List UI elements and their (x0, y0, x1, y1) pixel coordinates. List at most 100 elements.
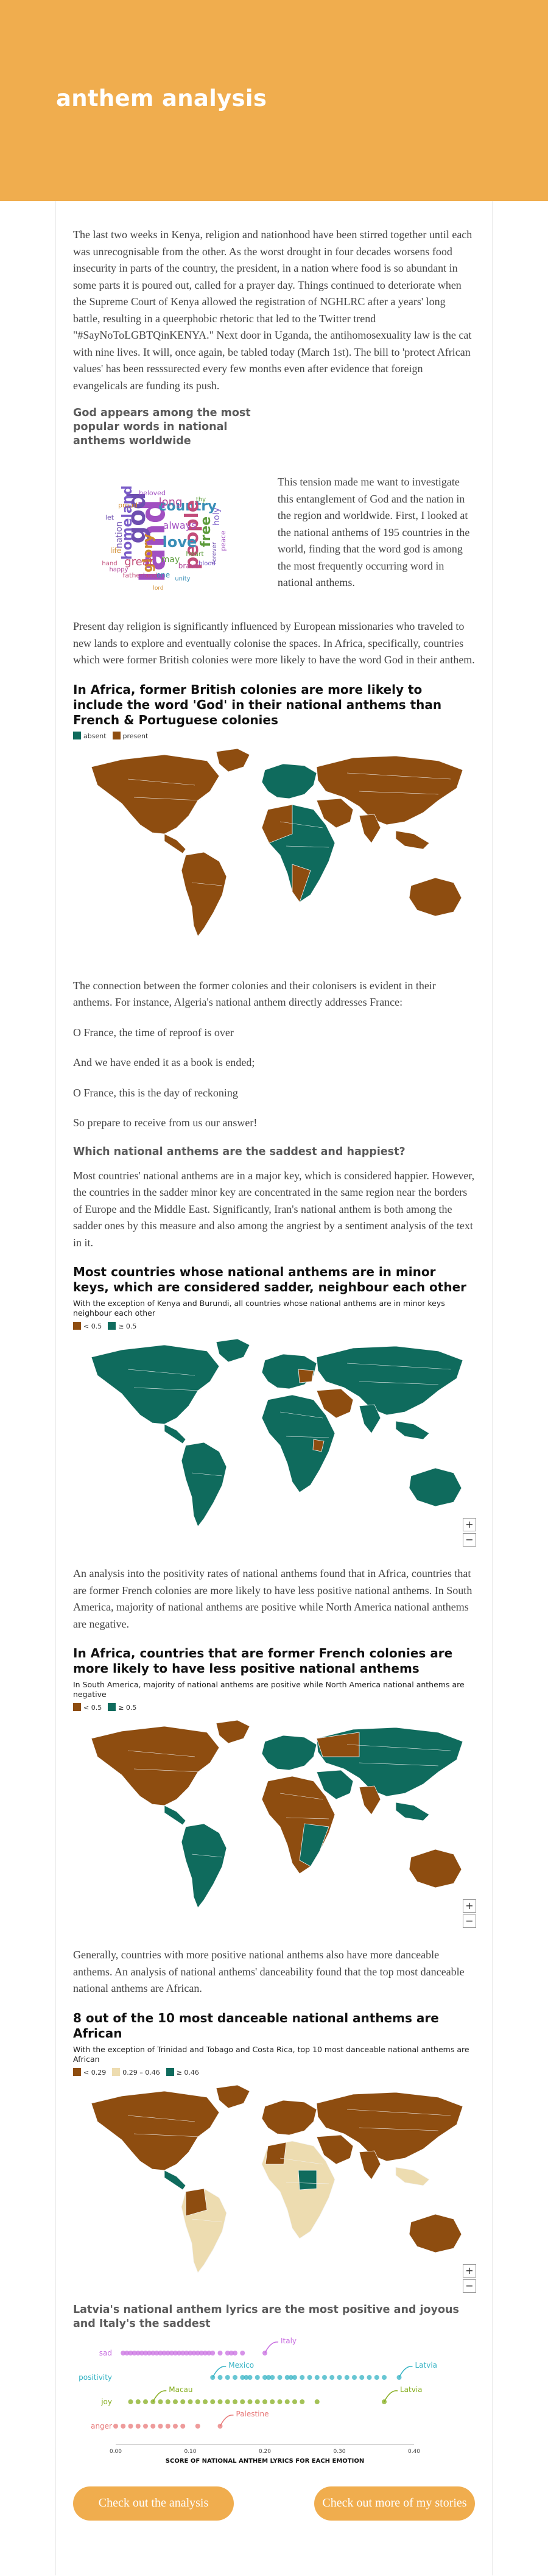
emotion-point[interactable] (210, 2350, 216, 2355)
emotion-point[interactable] (135, 2399, 141, 2404)
emotion-point[interactable] (180, 2423, 186, 2429)
map-region-na[interactable] (91, 1726, 220, 1806)
map-region-grl[interactable] (216, 748, 250, 772)
map-region-ca[interactable] (164, 1424, 186, 1444)
emotion-point[interactable] (292, 2399, 297, 2404)
emotion-point[interactable] (173, 2399, 178, 2404)
map-region-na[interactable] (91, 1344, 220, 1425)
emotion-point[interactable] (165, 2399, 170, 2404)
check-analysis-button[interactable]: Check out the analysis (73, 2486, 234, 2521)
zoom-out-button[interactable]: − (463, 1914, 476, 1928)
emotion-point[interactable] (284, 2399, 290, 2404)
map-region-sa[interactable] (181, 1823, 227, 1908)
map-region-sa[interactable] (181, 1442, 227, 1527)
map-region-sea[interactable] (395, 1420, 430, 1440)
zoom-in-button[interactable]: + (463, 1899, 476, 1913)
emotion-point[interactable] (344, 2374, 350, 2380)
emotion-point[interactable] (180, 2399, 186, 2404)
zoom-out-button[interactable]: − (463, 2279, 476, 2293)
emotion-point[interactable] (277, 2399, 283, 2404)
map-region-ca[interactable] (164, 1805, 186, 1826)
map-region-grl[interactable] (216, 2084, 250, 2108)
emotion-point[interactable] (374, 2374, 379, 2380)
emotion-point[interactable] (217, 2374, 223, 2380)
emotion-point[interactable] (128, 2423, 133, 2429)
map-region-grl[interactable] (216, 1338, 250, 1363)
emotion-point[interactable] (247, 2374, 253, 2380)
emotion-point[interactable] (233, 2350, 237, 2355)
map-region-af-detail[interactable] (265, 2142, 287, 2164)
emotion-point[interactable] (359, 2374, 365, 2380)
map-region-ca[interactable] (164, 833, 186, 854)
emotion-point[interactable] (217, 2350, 223, 2355)
emotion-point[interactable] (203, 2399, 208, 2404)
emotion-point[interactable] (270, 2399, 275, 2404)
emotion-point[interactable] (300, 2399, 305, 2404)
emotion-point[interactable] (314, 2374, 320, 2380)
emotion-point[interactable] (329, 2374, 335, 2380)
map-region-au[interactable] (409, 1467, 462, 1507)
map-region-sea[interactable] (395, 830, 430, 849)
emotion-point[interactable] (255, 2399, 260, 2404)
map3[interactable]: + − (73, 1714, 476, 1933)
emotion-point[interactable] (195, 2399, 200, 2404)
emotion-point[interactable] (322, 2374, 327, 2380)
emotion-point[interactable] (233, 2399, 237, 2404)
map-region-au[interactable] (409, 1849, 462, 1888)
more-stories-button[interactable]: Check out more of my stories (314, 2486, 475, 2521)
emotion-point[interactable] (195, 2423, 200, 2429)
map-region-af[interactable] (261, 1394, 335, 1493)
emotion-point[interactable] (367, 2374, 372, 2380)
map1[interactable] (73, 743, 476, 962)
map-region-as-detail[interactable] (316, 1732, 360, 1757)
emotion-point[interactable] (165, 2423, 170, 2429)
emotion-point[interactable] (225, 2399, 230, 2404)
map-region-sa[interactable] (181, 852, 227, 937)
emotion-point[interactable] (240, 2399, 245, 2404)
map-region-na[interactable] (91, 754, 220, 834)
emotion-point[interactable] (135, 2423, 141, 2429)
map4[interactable]: + − (73, 2079, 476, 2298)
map-region-eu[interactable] (261, 763, 317, 799)
emotion-point[interactable] (113, 2423, 118, 2429)
zoom-out-button[interactable]: − (463, 1533, 476, 1547)
map-region-sea[interactable] (395, 2167, 430, 2186)
map-region-ca[interactable] (164, 2169, 186, 2190)
emotion-point[interactable] (300, 2374, 305, 2380)
emotion-point[interactable] (128, 2399, 133, 2404)
map-region-sea[interactable] (395, 1802, 430, 1821)
emotion-point[interactable] (143, 2423, 148, 2429)
emotion-point[interactable] (188, 2399, 193, 2404)
zoom-in-button[interactable]: + (463, 2264, 476, 2278)
emotion-point[interactable] (173, 2423, 178, 2429)
map-region-eu-detail[interactable] (298, 1369, 314, 1383)
emotion-point[interactable] (307, 2374, 312, 2380)
map2[interactable]: + − (73, 1333, 476, 1552)
emotion-point[interactable] (121, 2423, 126, 2429)
emotion-point[interactable] (150, 2423, 156, 2429)
emotion-point[interactable] (337, 2374, 342, 2380)
map-region-eu[interactable] (261, 1735, 317, 1771)
emotion-point[interactable] (233, 2374, 237, 2380)
emotion-point[interactable] (262, 2399, 267, 2404)
map-region-af-detail[interactable] (299, 1823, 329, 1867)
emotion-point[interactable] (240, 2350, 245, 2355)
emotion-point[interactable] (292, 2374, 297, 2380)
emotion-point[interactable] (143, 2399, 148, 2404)
emotion-point[interactable] (217, 2399, 223, 2404)
emotion-point[interactable] (158, 2423, 163, 2429)
emotion-point[interactable] (277, 2374, 283, 2380)
emotion-point[interactable] (270, 2374, 275, 2380)
map-region-eu[interactable] (261, 2100, 317, 2135)
emotion-point[interactable] (158, 2399, 163, 2404)
map-region-af-detail[interactable] (298, 2170, 317, 2190)
emotion-point[interactable] (382, 2374, 387, 2380)
emotion-point[interactable] (255, 2374, 260, 2380)
map-region-na[interactable] (91, 2091, 220, 2170)
zoom-in-button[interactable]: + (463, 1518, 476, 1531)
emotion-point[interactable] (314, 2399, 320, 2404)
map-region-grl[interactable] (216, 1720, 250, 1744)
map-region-af[interactable] (261, 1776, 335, 1874)
emotion-point[interactable] (225, 2374, 230, 2380)
map-region-au[interactable] (409, 2214, 462, 2253)
